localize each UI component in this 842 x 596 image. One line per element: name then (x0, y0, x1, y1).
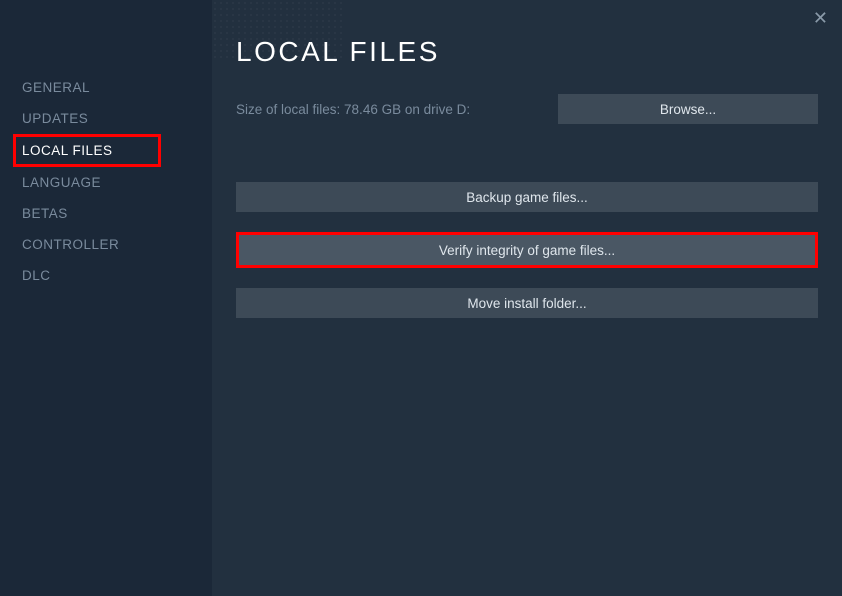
close-icon: ✕ (813, 8, 828, 28)
info-row: Size of local files: 78.46 GB on drive D… (236, 94, 818, 124)
verify-integrity-button[interactable]: Verify integrity of game files... (239, 235, 815, 265)
backup-game-files-button[interactable]: Backup game files... (236, 182, 818, 212)
browse-button[interactable]: Browse... (558, 94, 818, 124)
page-title: LOCAL FILES (236, 36, 818, 68)
sidebar-item-dlc[interactable]: DLC (22, 260, 212, 291)
sidebar-item-language[interactable]: LANGUAGE (22, 167, 212, 198)
main-panel: ✕ LOCAL FILES Size of local files: 78.46… (212, 0, 842, 596)
sidebar-item-highlight: LOCAL FILES (13, 134, 161, 167)
sidebar-item-controller[interactable]: CONTROLLER (22, 229, 212, 260)
move-install-folder-button[interactable]: Move install folder... (236, 288, 818, 318)
size-of-local-files-text: Size of local files: 78.46 GB on drive D… (236, 102, 470, 117)
sidebar: GENERAL UPDATES LOCAL FILES LANGUAGE BET… (0, 0, 212, 596)
sidebar-item-general[interactable]: GENERAL (22, 72, 212, 103)
verify-button-highlight: Verify integrity of game files... (236, 232, 818, 268)
sidebar-item-betas[interactable]: BETAS (22, 198, 212, 229)
sidebar-item-updates[interactable]: UPDATES (22, 103, 212, 134)
close-button[interactable]: ✕ (813, 8, 828, 29)
sidebar-item-local-files[interactable]: LOCAL FILES (22, 139, 152, 162)
